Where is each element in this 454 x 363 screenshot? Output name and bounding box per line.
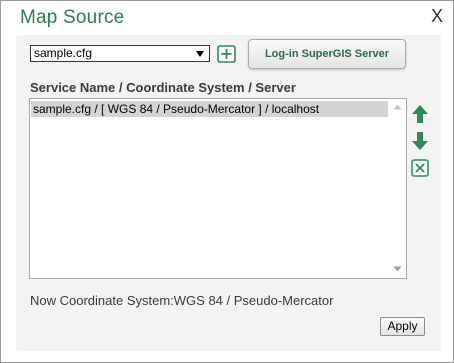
arrow-up-icon <box>412 105 428 123</box>
select-value: sample.cfg <box>34 46 93 60</box>
scroll-down-icon[interactable] <box>393 266 402 272</box>
scroll-up-icon[interactable] <box>393 104 402 110</box>
map-source-select[interactable]: sample.cfg <box>30 45 210 62</box>
login-supergis-server-button[interactable]: Log-in SuperGIS Server <box>248 39 406 69</box>
delete-item-button[interactable] <box>411 159 429 177</box>
listbox-scrollbar[interactable] <box>389 99 406 278</box>
move-down-button[interactable] <box>411 131 429 151</box>
list-item[interactable]: sample.cfg / [ WGS 84 / Pseudo-Mercator … <box>31 101 388 117</box>
arrow-down-icon <box>412 132 428 150</box>
chevron-down-icon <box>196 51 204 57</box>
list-header: Service Name / Coordinate System / Serve… <box>30 80 296 95</box>
close-button[interactable]: X <box>429 6 445 26</box>
service-listbox[interactable]: sample.cfg / [ WGS 84 / Pseudo-Mercator … <box>29 98 407 279</box>
plus-square-icon <box>217 45 236 63</box>
close-square-icon <box>411 159 429 177</box>
add-source-button[interactable] <box>217 45 236 63</box>
apply-button[interactable]: Apply <box>380 317 425 336</box>
map-source-dialog: Map Source X sample.cfg Log-in SuperGIS … <box>0 0 454 363</box>
coordinate-system-status: Now Coordinate System:WGS 84 / Pseudo-Me… <box>30 293 334 308</box>
move-up-button[interactable] <box>411 104 429 124</box>
dialog-title: Map Source <box>20 7 125 28</box>
